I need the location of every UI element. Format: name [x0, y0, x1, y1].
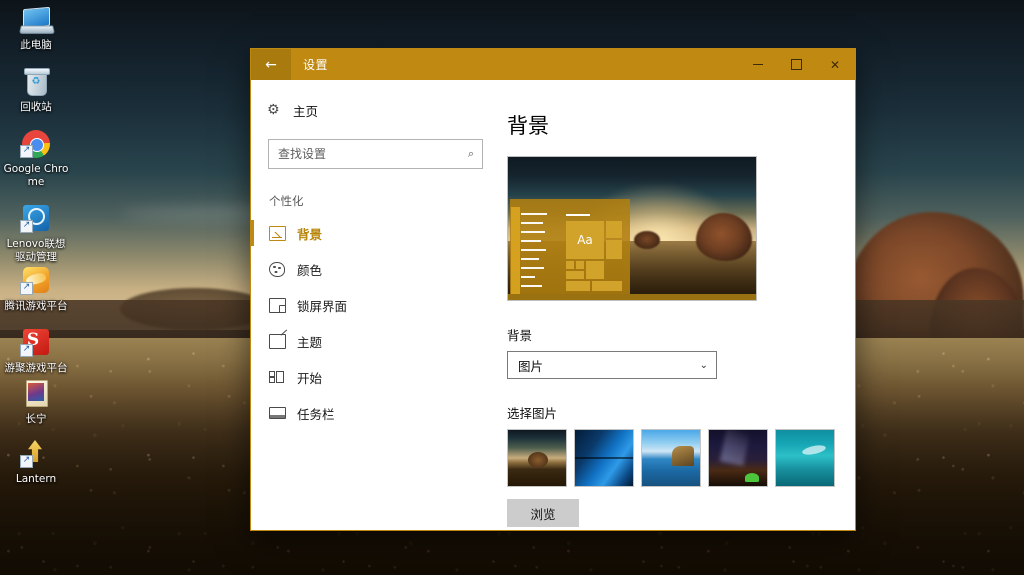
sidebar-home-label: 主页: [293, 103, 319, 119]
preview-tile: [606, 221, 622, 238]
preview-tile: [566, 261, 574, 269]
preview-tile: [566, 271, 584, 279]
desktop-icon-recycle-bin[interactable]: ♻ 回收站: [2, 66, 70, 114]
lantern-icon: ↗: [20, 438, 52, 470]
preview-tile-text: Aa: [577, 233, 593, 247]
sidebar-item-taskbar[interactable]: 任务栏: [251, 395, 501, 431]
sidebar-item-label: 背景: [297, 226, 323, 242]
preview-taskbar: [508, 294, 756, 300]
window-title: 设置: [303, 58, 329, 72]
lock-screen-icon: [269, 297, 297, 313]
background-type-dropdown[interactable]: 图片 ⌄: [507, 351, 717, 379]
thumbnail-milky-way-tent[interactable]: [708, 429, 768, 487]
search-icon: ⌕: [467, 147, 474, 160]
changning-icon: [20, 378, 52, 410]
settings-window[interactable]: ← 设置 ✕ ⚙ 主页 查找设置 ⌕ 个性化 背景 颜色 锁屏界面 主题 开始 …: [250, 48, 856, 531]
brush-icon: [269, 333, 297, 349]
sidebar-item-start[interactable]: 开始: [251, 359, 501, 395]
sidebar-item-label: 颜色: [297, 262, 323, 278]
sidebar-item-lock-screen[interactable]: 锁屏界面: [251, 287, 501, 323]
desktop-icon-label: 回收站: [20, 101, 52, 113]
preview-tile-group-header: [566, 214, 590, 216]
desktop-icon-label: 腾讯游戏平台: [4, 300, 68, 312]
maximize-icon: [790, 59, 802, 70]
youju-games-icon: S ↗: [20, 327, 52, 359]
desktop-icon-label: 游聚游戏平台: [4, 362, 68, 374]
sidebar-item-label: 开始: [297, 370, 323, 386]
maximize-button[interactable]: [777, 49, 815, 80]
preview-tile: [566, 281, 590, 291]
preview-tile: Aa: [566, 221, 604, 259]
sidebar-item-home[interactable]: ⚙ 主页: [251, 93, 501, 127]
sidebar-item-label: 任务栏: [297, 406, 335, 422]
desktop-preview: Aa: [507, 156, 757, 301]
choose-picture-label: 选择图片: [507, 406, 558, 421]
chrome-icon: ↗: [20, 128, 52, 160]
desktop-icon-lenovo-driver[interactable]: ↗ Lenovo联想驱动管理: [2, 203, 70, 263]
close-icon: ✕: [829, 57, 841, 72]
sidebar-item-colors[interactable]: 颜色: [251, 251, 501, 287]
this-pc-icon: [18, 4, 56, 36]
chevron-down-icon: ⌄: [699, 359, 708, 371]
recycle-bin-icon: ♻: [20, 66, 52, 98]
thumbnail-sepia-landscape[interactable]: [507, 429, 567, 487]
search-box[interactable]: ⌕: [268, 139, 483, 169]
preview-tile: [606, 240, 622, 259]
desktop-icon-lantern[interactable]: ↗ Lantern: [2, 438, 70, 486]
close-button[interactable]: ✕: [815, 49, 855, 80]
browse-button[interactable]: 浏览: [507, 499, 579, 527]
desktop-icon-label: Lantern: [15, 473, 57, 485]
desktop-icon-changning[interactable]: 长宁: [2, 378, 70, 426]
back-button[interactable]: ←: [251, 49, 291, 80]
picture-thumbnail-list: [507, 429, 855, 487]
desktop[interactable]: 此电脑 ♻ 回收站 ↗ Google Chrome ↗ Lenovo联想驱动管理…: [0, 0, 1024, 575]
start-tiles-icon: [269, 371, 297, 383]
back-arrow-icon: ←: [265, 56, 277, 73]
sidebar-item-label: 主题: [297, 334, 323, 350]
desktop-icon-label: 长宁: [25, 413, 47, 425]
preview-tree: [696, 213, 752, 261]
search-container: ⌕: [251, 127, 501, 169]
background-type-value: 图片: [518, 358, 544, 374]
sidebar-item-label: 锁屏界面: [297, 298, 348, 314]
desktop-icon-label: 此电脑: [20, 39, 52, 51]
picture-icon: [269, 225, 297, 241]
sidebar-item-background[interactable]: 背景: [251, 215, 501, 251]
preview-tree-mid: [634, 231, 660, 249]
desktop-icon-this-pc[interactable]: 此电脑: [2, 4, 70, 52]
thumbnail-underwater[interactable]: [775, 429, 835, 487]
sidebar-item-themes[interactable]: 主题: [251, 323, 501, 359]
minimize-button[interactable]: [739, 49, 777, 80]
gear-icon: ⚙: [267, 102, 280, 118]
preview-tile: [586, 261, 604, 279]
background-section-label: 背景: [507, 328, 533, 343]
search-input[interactable]: [269, 140, 482, 168]
preview-tile: [576, 261, 584, 269]
titlebar-spacer: [328, 49, 739, 80]
taskbar-icon: [269, 407, 297, 419]
palette-icon: [269, 261, 297, 277]
window-body: ⚙ 主页 ⌕ 个性化 背景 颜色: [251, 80, 855, 530]
desktop-icon-label: Google Chrome: [3, 163, 69, 188]
settings-content: 背景 Aa 背景 图片 ⌄ 选择图片 浏览: [501, 80, 855, 530]
lenovo-driver-icon: ↗: [20, 203, 52, 235]
tencent-games-icon: ↗: [20, 265, 52, 297]
desktop-icon-tencent-games[interactable]: ↗ 腾讯游戏平台: [2, 265, 70, 313]
settings-sidebar: ⚙ 主页 ⌕ 个性化 背景 颜色: [251, 80, 501, 530]
window-titlebar[interactable]: ← 设置 ✕: [251, 49, 855, 80]
preview-tile: [592, 281, 622, 291]
thumbnail-windows-hero[interactable]: [574, 429, 634, 487]
desktop-icon-label: Lenovo联想驱动管理: [6, 238, 66, 263]
page-title: 背景: [507, 114, 549, 138]
thumbnail-coastal-rock[interactable]: [641, 429, 701, 487]
minimize-icon: [753, 64, 763, 65]
sidebar-group-title: 个性化: [269, 194, 304, 208]
desktop-icon-google-chrome[interactable]: ↗ Google Chrome: [2, 128, 70, 188]
preview-app-list: [521, 213, 549, 294]
desktop-icon-youju-games[interactable]: S ↗ 游聚游戏平台: [2, 327, 70, 375]
preview-start-rail: [511, 207, 520, 296]
